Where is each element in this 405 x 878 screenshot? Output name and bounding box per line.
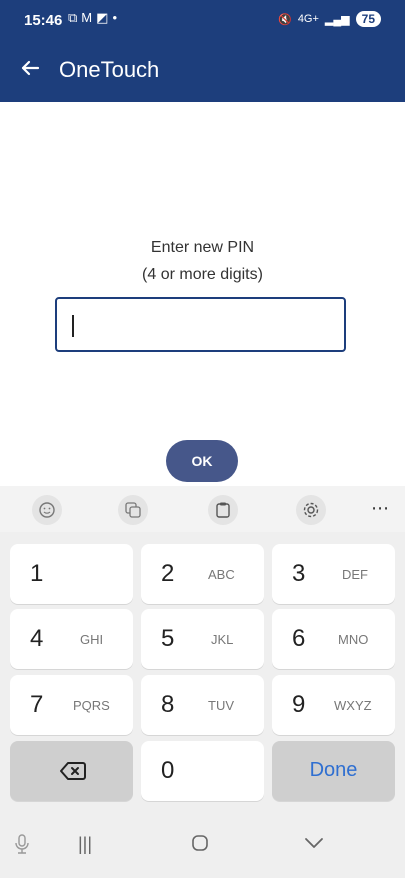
status-right-icons: 🔇 4G+ ▂▄▆ 75 xyxy=(278,11,381,27)
pin-input[interactable] xyxy=(55,297,346,352)
key-6[interactable]: 6 MNO xyxy=(272,609,395,669)
key-letters: DEF xyxy=(342,567,368,582)
key-7[interactable]: 7 PQRS xyxy=(10,675,133,735)
key-number: 6 xyxy=(292,625,306,652)
clipboard-icon[interactable] xyxy=(208,495,238,525)
key-9[interactable]: 9 WXYZ xyxy=(272,675,395,735)
key-letters: MNO xyxy=(338,632,369,647)
key-letters: PQRS xyxy=(73,698,110,713)
key-5[interactable]: 5 JKL xyxy=(141,609,264,669)
recent-apps-icon[interactable]: ||| xyxy=(78,834,92,855)
ok-button[interactable]: OK xyxy=(166,440,238,482)
prompt-line-2: (4 or more digits) xyxy=(142,266,263,283)
key-letters: ABC xyxy=(208,567,235,582)
key-letters: WXYZ xyxy=(334,698,372,713)
key-4[interactable]: 4 GHI xyxy=(10,609,133,669)
key-3[interactable]: 3 DEF xyxy=(272,544,395,604)
key-1[interactable]: 1 xyxy=(10,544,133,604)
signal-icon: ▂▄▆ xyxy=(324,13,350,26)
key-number: 2 xyxy=(161,560,175,587)
gmail-icon: M xyxy=(81,10,93,25)
key-0[interactable]: 0 xyxy=(141,741,264,801)
app-bar: OneTouch xyxy=(0,40,405,102)
numeric-keyboard: 1 2 ABC 3 DEF 4 GHI 5 JKL 6 MNO 7 PQRS 8… xyxy=(0,532,405,812)
status-time: 15:46 xyxy=(24,12,63,29)
app-icon: ◩ xyxy=(96,10,109,25)
text-caret xyxy=(72,315,74,337)
collapse-keyboard-icon[interactable] xyxy=(304,834,324,855)
key-letters: TUV xyxy=(208,698,234,713)
key-letters: JKL xyxy=(211,632,234,647)
done-key[interactable]: Done xyxy=(272,741,395,801)
pin-prompt: Enter new PIN (4 or more digits) xyxy=(0,234,405,288)
navigation-bar: ||| xyxy=(0,812,405,878)
key-number: 5 xyxy=(161,625,175,652)
status-bar: 15:46 ⧉ M ◩ • 🔇 4G+ ▂▄▆ 75 xyxy=(0,0,405,40)
key-number: 3 xyxy=(292,560,306,587)
key-number: 1 xyxy=(30,560,44,587)
network-label: 4G+ xyxy=(297,13,319,25)
back-arrow-icon[interactable] xyxy=(18,56,42,80)
key-number: 0 xyxy=(161,757,175,784)
settings-icon[interactable] xyxy=(296,495,326,525)
dot-icon: • xyxy=(112,10,117,25)
app-title: OneTouch xyxy=(59,57,160,82)
key-8[interactable]: 8 TUV xyxy=(141,675,264,735)
done-label: Done xyxy=(309,759,358,781)
emoji-icon[interactable] xyxy=(32,495,62,525)
mute-icon: 🔇 xyxy=(278,13,292,26)
backspace-key[interactable] xyxy=(10,741,133,801)
key-number: 9 xyxy=(292,691,306,718)
key-number: 4 xyxy=(30,625,44,652)
key-letters: GHI xyxy=(80,632,104,647)
more-icon[interactable]: ⋯ xyxy=(371,498,389,519)
prompt-line-1: Enter new PIN xyxy=(150,239,255,256)
backspace-icon xyxy=(60,762,86,780)
text-style-icon[interactable] xyxy=(118,495,148,525)
home-icon[interactable] xyxy=(191,834,209,857)
key-number: 8 xyxy=(161,691,175,718)
keyboard-toolbar: ⋯ xyxy=(0,486,405,532)
battery-indicator: 75 xyxy=(355,11,381,27)
key-number: 7 xyxy=(30,691,44,718)
screenshot-icon: ⧉ xyxy=(68,10,78,25)
status-left-icons: ⧉ M ◩ • xyxy=(68,10,117,26)
microphone-icon[interactable] xyxy=(14,834,30,859)
key-2[interactable]: 2 ABC xyxy=(141,544,264,604)
